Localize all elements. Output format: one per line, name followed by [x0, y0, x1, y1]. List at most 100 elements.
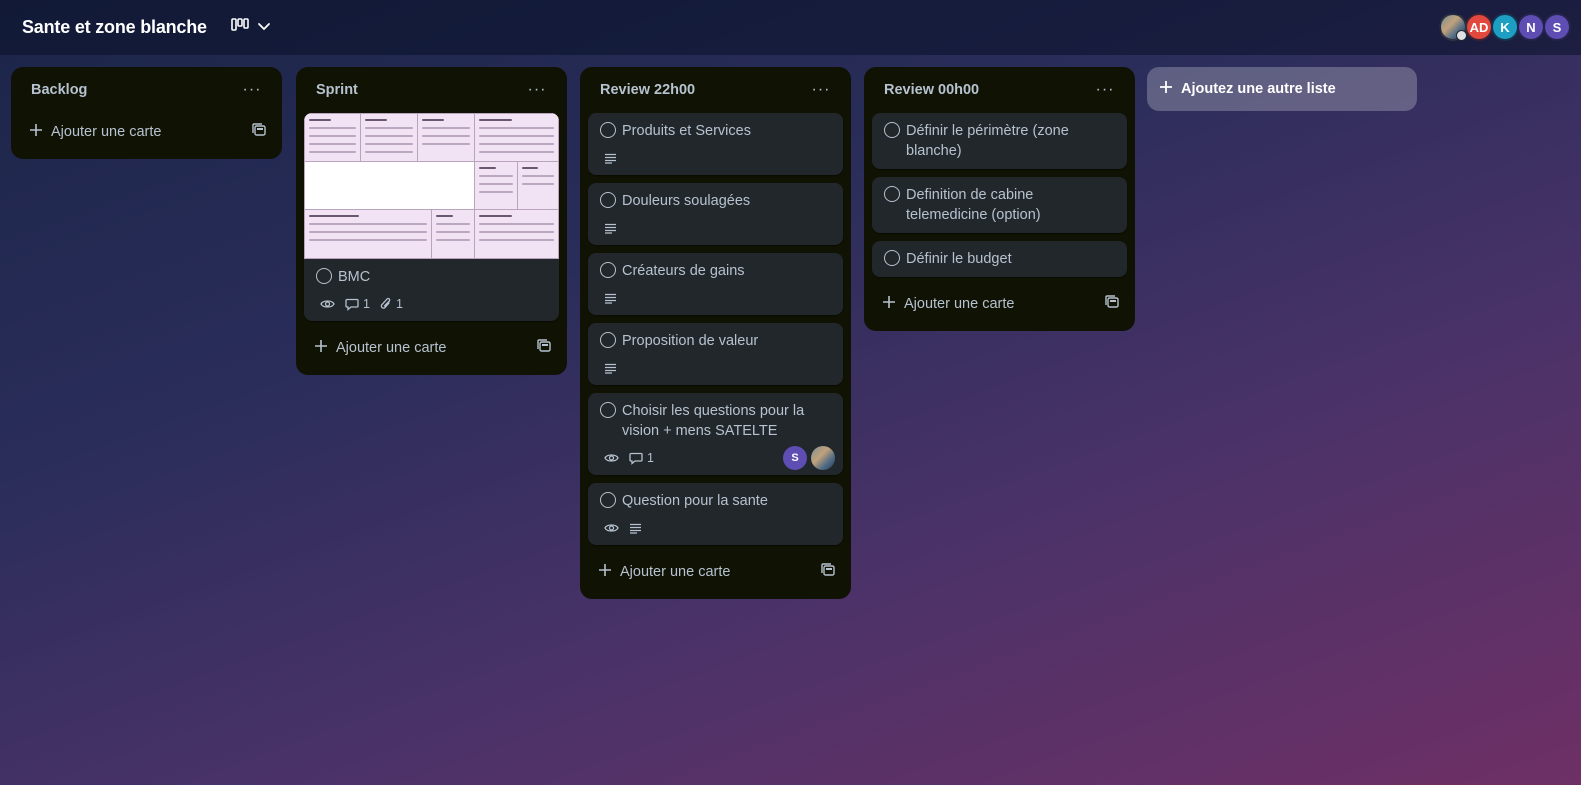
board-title[interactable]: Sante et zone blanche [22, 17, 207, 38]
plus-icon [598, 563, 612, 581]
avatar[interactable]: S [1543, 13, 1571, 41]
card-title: Definition de cabine telemedicine (optio… [906, 187, 1041, 223]
list-header: Review 00h00 ··· [872, 67, 1127, 113]
card-complete-checkbox[interactable] [316, 268, 332, 284]
card-title: Définir le périmètre (zone blanche) [906, 123, 1069, 159]
list-sprint[interactable]: Sprint ··· BMC 1 1 Ajouter une carte [296, 67, 567, 375]
comment-icon [345, 298, 359, 311]
card-title: Définir le budget [906, 251, 1012, 267]
card-complete-checkbox[interactable] [600, 492, 616, 508]
plus-icon [314, 339, 328, 357]
comments-badge: 1 [629, 451, 654, 465]
add-card-label: Ajouter une carte [904, 296, 1015, 312]
card[interactable]: Question pour la sante [588, 483, 843, 545]
card-title: Produits et Services [622, 123, 751, 139]
avatar[interactable] [1439, 13, 1467, 41]
card-title: BMC [338, 269, 371, 285]
list-menu-button[interactable]: ··· [238, 76, 266, 104]
template-icon[interactable] [252, 122, 266, 142]
list-header: Backlog ··· [19, 67, 274, 113]
card-complete-checkbox[interactable] [884, 122, 900, 138]
card[interactable]: Définir le budget [872, 241, 1127, 277]
card-complete-checkbox[interactable] [600, 262, 616, 278]
card-badges [600, 519, 831, 537]
card-complete-checkbox[interactable] [884, 250, 900, 266]
add-card-button[interactable]: Ajouter une carte [19, 113, 274, 151]
description-icon [629, 523, 642, 534]
avatar[interactable]: N [1517, 13, 1545, 41]
add-card-label: Ajouter une carte [336, 340, 447, 356]
add-card-button[interactable]: Ajouter une carte [304, 329, 559, 367]
card-badges [600, 359, 831, 377]
card[interactable]: Produits et Services [588, 113, 843, 175]
list-menu-button[interactable]: ··· [1091, 76, 1119, 104]
list-review-22h00[interactable]: Review 22h00 ··· Produits et Services Do… [580, 67, 851, 599]
card[interactable]: Douleurs soulagées [588, 183, 843, 245]
add-card-button[interactable]: Ajouter une carte [588, 553, 843, 591]
watch-icon [320, 298, 335, 310]
card-bmc[interactable]: BMC 1 1 [304, 113, 559, 321]
card[interactable]: Choisir les questions pour la vision + m… [588, 393, 843, 475]
add-card-label: Ajouter une carte [620, 564, 731, 580]
list-menu-button[interactable]: ··· [807, 76, 835, 104]
plus-icon [29, 123, 43, 141]
card[interactable]: Créateurs de gains [588, 253, 843, 315]
avatar[interactable]: AD [1465, 13, 1493, 41]
attachments-badge: 1 [380, 297, 403, 311]
card-badges [600, 219, 831, 237]
card-badges: 1 S [600, 446, 835, 470]
list-title[interactable]: Review 00h00 [884, 82, 979, 98]
board-header: Sante et zone blanche AD K N S [0, 0, 1581, 55]
plus-icon [1159, 80, 1173, 98]
add-card-label: Ajouter une carte [51, 124, 162, 140]
description-icon [604, 293, 617, 304]
card[interactable]: Definition de cabine telemedicine (optio… [872, 177, 1127, 233]
watch-icon [604, 452, 619, 464]
description-icon [604, 223, 617, 234]
list-review-00h00[interactable]: Review 00h00 ··· Définir le périmètre (z… [864, 67, 1135, 331]
add-list-button[interactable]: Ajoutez une autre liste [1147, 67, 1417, 111]
add-card-button[interactable]: Ajouter une carte [872, 285, 1127, 323]
card-title: Choisir les questions pour la vision + m… [622, 403, 805, 439]
comment-icon [629, 452, 643, 465]
admin-badge-icon [1456, 30, 1467, 41]
comments-badge: 1 [345, 297, 370, 311]
board-view-icon [231, 18, 249, 37]
template-icon[interactable] [537, 338, 551, 358]
chevron-down-icon [257, 19, 271, 37]
list-title[interactable]: Backlog [31, 82, 87, 98]
card-complete-checkbox[interactable] [600, 402, 616, 418]
watch-icon [604, 522, 619, 534]
card-badges: 1 1 [316, 295, 547, 313]
card-badges [600, 289, 831, 307]
card[interactable]: Proposition de valeur [588, 323, 843, 385]
card-cover-image [304, 113, 559, 259]
list-backlog[interactable]: Backlog ··· Ajouter une carte [11, 67, 282, 159]
list-title[interactable]: Sprint [316, 82, 358, 98]
attachment-count: 1 [395, 297, 403, 311]
template-icon[interactable] [1105, 294, 1119, 314]
description-icon [604, 153, 617, 164]
list-header: Review 22h00 ··· [588, 67, 843, 113]
card-complete-checkbox[interactable] [600, 332, 616, 348]
card-title: Question pour la sante [622, 493, 768, 509]
list-title[interactable]: Review 22h00 [600, 82, 695, 98]
card-title: Douleurs soulagées [622, 193, 751, 209]
card-complete-checkbox[interactable] [884, 186, 900, 202]
plus-icon [882, 295, 896, 313]
template-icon[interactable] [821, 562, 835, 582]
paperclip-icon [380, 297, 392, 311]
card-badges [600, 149, 831, 167]
list-menu-button[interactable]: ··· [523, 76, 551, 104]
card-complete-checkbox[interactable] [600, 192, 616, 208]
card-title: Créateurs de gains [622, 263, 745, 279]
card-member-avatar[interactable]: S [783, 446, 807, 470]
avatar[interactable]: K [1491, 13, 1519, 41]
card-title: Proposition de valeur [622, 333, 759, 349]
card-member-avatar[interactable] [811, 446, 835, 470]
comment-count: 1 [363, 297, 370, 311]
card[interactable]: Définir le périmètre (zone blanche) [872, 113, 1127, 169]
comment-count: 1 [647, 451, 654, 465]
view-switcher[interactable] [227, 12, 275, 44]
card-complete-checkbox[interactable] [600, 122, 616, 138]
